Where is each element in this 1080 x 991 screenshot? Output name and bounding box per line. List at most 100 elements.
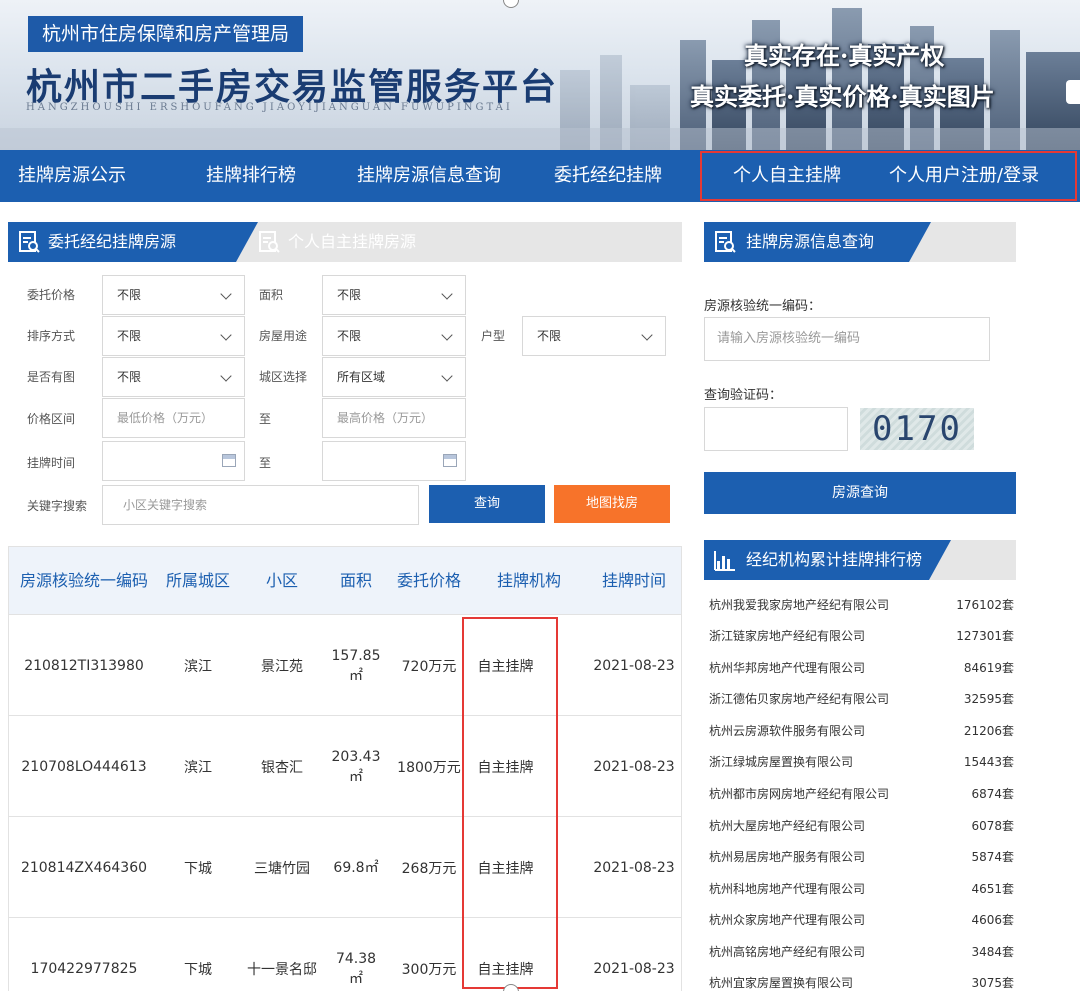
nav-agent-listing[interactable]: 委托经纪挂牌 <box>554 150 662 202</box>
cell-code: 210814ZX464360 <box>20 859 148 876</box>
layout-select-value: 不限 <box>537 329 562 343</box>
nav-listing-query[interactable]: 挂牌房源信息查询 <box>357 150 501 202</box>
cell-area-value: 157.85 <box>331 647 381 664</box>
cell-date: 2021-08-23 <box>593 758 675 775</box>
sort-filter-label: 排序方式 <box>27 329 76 343</box>
ranking-count: 5874套 <box>971 850 1014 864</box>
cell-district: 滨江 <box>184 658 212 675</box>
ranking-item[interactable]: 杭州众家房地产代理有限公司 4606套 <box>709 911 1014 931</box>
usage-select-value: 不限 <box>337 329 362 343</box>
cell-area-unit: ㎡ <box>349 970 363 987</box>
table-header: 房源核验统一编码 所属城区 小区 面积 委托价格 挂牌机构 挂牌时间 <box>9 547 681 615</box>
chevron-down-icon <box>220 329 232 341</box>
table-row[interactable]: 210708LO444613 滨江 银杏汇 203.43 ㎡ 1800万元 自主… <box>9 716 681 817</box>
ranking-agency-name: 杭州我爱我家房地产经纪有限公司 <box>709 598 890 612</box>
cell-area: 157.85 ㎡ <box>327 615 385 716</box>
ranking-count: 3484套 <box>971 945 1014 959</box>
usage-filter-label: 房屋用途 <box>259 329 308 343</box>
ranking-item[interactable]: 浙江德佑贝家房地产经纪有限公司 32595套 <box>709 690 1014 710</box>
ranking-count: 6078套 <box>971 819 1014 833</box>
ranking-item[interactable]: 杭州大屋房地产经纪有限公司 6078套 <box>709 817 1014 837</box>
max-price-input[interactable]: 最高价格（万元） <box>322 398 466 438</box>
house-query-button[interactable]: 房源查询 <box>704 472 1016 514</box>
ranking-agency-name: 杭州科地房地产代理有限公司 <box>709 882 866 896</box>
min-price-input[interactable]: 最低价格（万元） <box>102 398 245 438</box>
table-row[interactable]: 170422977825 下城 十一景名邸 74.38 ㎡ 300万元 自主挂牌… <box>9 918 681 991</box>
ranking-panel-title-bar: 经纪机构累计挂牌排行榜 <box>704 540 951 580</box>
header-banner: 杭州市住房保障和房产管理局 杭州市二手房交易监管服务平台 HANGZHOUSHI… <box>0 0 1080 150</box>
table-row[interactable]: 210812TI313980 滨江 景江苑 157.85 ㎡ 720万元 自主挂… <box>9 615 681 716</box>
keyword-search-label: 关键字搜索 <box>27 499 88 513</box>
tab-personal-listings[interactable]: 个人自主挂牌房源 <box>248 222 416 262</box>
slogan-line-2: 真实委托·真实价格·真实图片 <box>690 82 995 111</box>
cell-district: 滨江 <box>184 759 212 776</box>
listing-time-label: 挂牌时间 <box>27 456 76 470</box>
ranking-item[interactable]: 杭州宜家房屋置换有限公司 3075套 <box>709 974 1014 991</box>
code-input[interactable]: 请输入房源核验统一编码 <box>704 317 990 361</box>
cell-area-value: 69.8㎡ <box>333 859 379 876</box>
price-select[interactable]: 不限 <box>102 275 245 315</box>
tab-agent-listings-label: 委托经纪挂牌房源 <box>48 232 177 251</box>
tab-agent-listings[interactable]: 委托经纪挂牌房源 <box>8 222 258 262</box>
area-select-value: 不限 <box>337 288 362 302</box>
usage-select[interactable]: 不限 <box>322 316 466 356</box>
cell-date: 2021-08-23 <box>593 657 675 674</box>
cell-area: 203.43 ㎡ <box>327 716 385 817</box>
ranking-count: 84619套 <box>963 661 1014 675</box>
ranking-item[interactable]: 杭州易居房地产服务有限公司 5874套 <box>709 848 1014 868</box>
has-image-filter-label: 是否有图 <box>27 370 76 384</box>
ranking-item[interactable]: 杭州科地房地产代理有限公司 4651套 <box>709 880 1014 900</box>
layout-select[interactable]: 不限 <box>522 316 666 356</box>
cell-community: 银杏汇 <box>261 759 303 776</box>
ranking-agency-name: 杭州易居房地产服务有限公司 <box>709 850 866 864</box>
query-button[interactable]: 查询 <box>429 485 545 523</box>
district-filter-label: 城区选择 <box>259 370 308 384</box>
cell-area-value: 203.43 <box>331 748 381 765</box>
chevron-down-icon <box>441 370 453 382</box>
cell-area: 74.38 ㎡ <box>327 918 385 991</box>
captcha-input[interactable] <box>704 407 848 451</box>
ranking-item[interactable]: 杭州华邦房地产代理有限公司 84619套 <box>709 659 1014 679</box>
chevron-down-icon <box>220 288 232 300</box>
ranking-item[interactable]: 浙江绿城房屋置换有限公司 15443套 <box>709 753 1014 773</box>
cell-code: 170422977825 <box>30 960 138 977</box>
area-select[interactable]: 不限 <box>322 275 466 315</box>
calendar-icon[interactable] <box>222 454 236 467</box>
cell-area-unit: ㎡ <box>349 768 363 785</box>
cell-price: 300万元 <box>401 961 457 978</box>
has-image-select[interactable]: 不限 <box>102 357 245 397</box>
ranking-item[interactable]: 浙江链家房地产经纪有限公司 127301套 <box>709 627 1014 647</box>
start-date-input[interactable] <box>102 441 245 481</box>
ranking-count: 32595套 <box>963 692 1014 706</box>
ranking-item[interactable]: 杭州我爱我家房地产经纪有限公司 176102套 <box>709 596 1014 616</box>
ranking-count: 21206套 <box>963 724 1014 738</box>
district-select-value: 所有区域 <box>337 370 386 384</box>
cell-price: 268万元 <box>401 860 457 877</box>
cell-district: 下城 <box>184 961 212 978</box>
captcha-image[interactable]: 0170 <box>860 408 974 450</box>
ranking-panel-title: 经纪机构累计挂牌排行榜 <box>704 540 1016 580</box>
nav-listing-public[interactable]: 挂牌房源公示 <box>18 150 126 202</box>
ranking-item[interactable]: 杭州都市房网房地产经纪有限公司 6874套 <box>709 785 1014 805</box>
listing-tabs: 委托经纪挂牌房源 个人自主挂牌房源 <box>8 222 682 262</box>
nav-personal-listing[interactable]: 个人自主挂牌 <box>733 150 841 202</box>
map-search-button[interactable]: 地图找房 <box>554 485 670 523</box>
nav-register-login[interactable]: 个人用户注册/登录 <box>889 150 1039 202</box>
price-filter-label: 委托价格 <box>27 288 76 302</box>
ranking-count: 4606套 <box>971 913 1014 927</box>
nav-listing-ranking[interactable]: 挂牌排行榜 <box>206 150 296 202</box>
ranking-item[interactable]: 杭州云房源软件服务有限公司 21206套 <box>709 722 1014 742</box>
calendar-icon[interactable] <box>443 454 457 467</box>
main-nav: 挂牌房源公示 挂牌排行榜 挂牌房源信息查询 委托经纪挂牌 个人自主挂牌 个人用户… <box>0 150 1080 202</box>
listing-table: 房源核验统一编码 所属城区 小区 面积 委托价格 挂牌机构 挂牌时间 21081… <box>8 546 682 991</box>
table-row[interactable]: 210814ZX464360 下城 三塘竹园 69.8㎡ 268万元 自主挂牌 … <box>9 817 681 918</box>
ranking-agency-name: 杭州众家房地产代理有限公司 <box>709 913 866 927</box>
end-date-input[interactable] <box>322 441 466 481</box>
ranking-item[interactable]: 杭州高铭房地产经纪有限公司 3484套 <box>709 943 1014 963</box>
ranking-agency-name: 杭州宜家房屋置换有限公司 <box>709 976 854 990</box>
side-widget-tab[interactable] <box>1066 80 1080 104</box>
sort-select[interactable]: 不限 <box>102 316 245 356</box>
keyword-search-input[interactable]: 小区关键字搜索 <box>102 485 419 525</box>
district-select[interactable]: 所有区域 <box>322 357 466 397</box>
listing-query-panel-title: 挂牌房源信息查询 <box>704 222 1016 262</box>
